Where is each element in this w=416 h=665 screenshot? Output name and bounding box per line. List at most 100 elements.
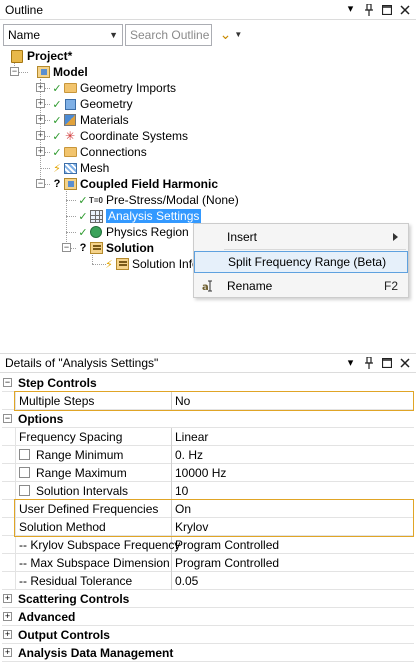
property-value-cell[interactable]: 10000 Hz — [172, 464, 414, 482]
maximize-icon[interactable] — [380, 357, 393, 370]
property-name-cell: Range Minimum — [15, 445, 172, 464]
tree-item-geometry[interactable]: ✓ Geometry — [52, 96, 133, 112]
details-group-row[interactable]: − Step Controls — [2, 374, 414, 392]
close-icon[interactable] — [398, 3, 411, 16]
details-group-row[interactable]: + Analysis Data Management — [2, 644, 414, 662]
expand-geometry-icon[interactable]: + — [36, 99, 45, 108]
property-label: -- Krylov Subspace Frequency — [19, 537, 181, 552]
pin-icon[interactable] — [362, 3, 375, 16]
tree-item-prestress[interactable]: ✓ T=0 Pre-Stress/Modal (None) — [78, 192, 238, 208]
menu-label-rename: Rename — [227, 279, 273, 293]
property-value-cell[interactable]: Program Controlled — [172, 536, 414, 554]
tree-item-model[interactable]: Model — [36, 64, 88, 80]
property-value-cell[interactable]: 0. Hz — [172, 446, 414, 464]
property-value: Program Controlled — [175, 537, 280, 552]
property-name-cell: Solution Intervals — [15, 481, 172, 500]
maximize-icon[interactable] — [380, 3, 393, 16]
details-group-row[interactable]: + Output Controls — [2, 626, 414, 644]
tree-label-physics-region: Physics Region — [106, 225, 189, 239]
tree-item-analysis-settings[interactable]: ✓ Analysis Settings — [78, 208, 202, 224]
solution-information-icon — [115, 257, 129, 271]
tree-item-solution[interactable]: ? Solution — [78, 240, 154, 256]
parameter-checkbox[interactable] — [19, 485, 30, 496]
dropdown-icon[interactable]: ▾ — [344, 3, 357, 16]
expand-connections-icon[interactable]: + — [36, 147, 45, 156]
expand-group-icon[interactable]: + — [3, 630, 12, 639]
parameter-checkbox[interactable] — [19, 449, 30, 460]
check-icon: ✓ — [52, 146, 62, 159]
outline-toolbar: Name ▼ Search Outline ⌄ ▼ — [0, 21, 416, 48]
tree-item-materials[interactable]: ✓ Materials — [52, 112, 129, 128]
dropdown-icon[interactable]: ▾ — [344, 357, 357, 370]
property-label: User Defined Frequencies — [19, 501, 159, 516]
details-property-row[interactable]: -- Residual Tolerance 0.05 — [2, 571, 414, 590]
tree-label-materials: Materials — [80, 113, 129, 127]
question-icon: ? — [53, 178, 61, 190]
tree-label-geometry-imports: Geometry Imports — [80, 81, 177, 95]
tree-item-coordinate-systems[interactable]: ✓ ✳ Coordinate Systems — [52, 128, 188, 144]
collapse-group-icon[interactable]: − — [3, 414, 12, 423]
property-value-cell[interactable]: On — [172, 500, 414, 518]
pin-icon[interactable] — [362, 357, 375, 370]
details-property-row[interactable]: -- Krylov Subspace Frequency Program Cont… — [2, 535, 414, 554]
property-value: No — [175, 393, 191, 408]
details-group-row[interactable]: + Scattering Controls — [2, 590, 414, 608]
property-name-cell: Multiple Steps — [15, 391, 172, 410]
property-label: Solution Method — [19, 519, 106, 534]
collapse-analysis-icon[interactable]: − — [36, 179, 45, 188]
tree-label-geometry: Geometry — [80, 97, 133, 111]
geometry-cube-icon — [63, 97, 77, 111]
expand-materials-icon[interactable]: + — [36, 115, 45, 124]
details-property-row[interactable]: Range Maximum 10000 Hz — [2, 463, 414, 482]
menu-item-split-frequency-range[interactable]: Split Frequency Range (Beta) — [194, 251, 408, 273]
details-group-row[interactable]: − Options — [2, 410, 414, 428]
menu-label-insert: Insert — [227, 230, 258, 244]
details-group-row[interactable]: + Advanced — [2, 608, 414, 626]
expand-group-icon[interactable]: + — [3, 612, 12, 621]
expand-group-icon[interactable]: + — [3, 594, 12, 603]
menu-label-split: Split Frequency Range (Beta) — [228, 255, 387, 269]
name-select[interactable]: Name ▼ — [3, 23, 123, 46]
menu-item-insert[interactable]: Insert — [194, 226, 408, 248]
search-options-button[interactable]: ⌄ ▼ — [214, 24, 248, 46]
expand-geometry-imports-icon[interactable]: + — [36, 83, 45, 92]
expand-group-icon[interactable]: + — [3, 648, 12, 657]
expand-coordinate-systems-icon[interactable]: + — [36, 131, 45, 140]
property-value-cell[interactable]: Krylov — [172, 518, 414, 536]
tree-label-solution: Solution — [106, 241, 154, 255]
parameter-checkbox[interactable] — [19, 467, 30, 478]
search-outline-input[interactable]: Search Outline — [125, 23, 212, 46]
collapse-model-icon[interactable]: − — [10, 67, 19, 76]
details-property-row[interactable]: Frequency Spacing Linear — [2, 427, 414, 446]
property-name-cell: Range Maximum — [15, 463, 172, 482]
property-value-cell[interactable]: Program Controlled — [172, 554, 414, 572]
property-value-cell[interactable]: No — [172, 392, 414, 410]
check-icon: ✓ — [52, 82, 62, 95]
property-value-cell[interactable]: 10 — [172, 482, 414, 500]
tree-item-physics-region[interactable]: ✓ Physics Region — [78, 224, 189, 240]
details-property-row[interactable]: Multiple Steps No — [2, 391, 414, 410]
menu-item-rename[interactable]: a Rename F2 — [194, 275, 408, 297]
time-zero-icon: T=0 — [89, 195, 104, 205]
collapse-solution-icon[interactable]: − — [62, 243, 71, 252]
tree-label-coordinate-systems: Coordinate Systems — [80, 129, 189, 143]
details-property-row[interactable]: User Defined Frequencies On — [2, 499, 414, 518]
materials-icon — [63, 113, 77, 127]
close-icon[interactable] — [398, 357, 411, 370]
property-value-cell[interactable]: 0.05 — [172, 572, 414, 590]
menu-shortcut-rename: F2 — [383, 279, 398, 293]
details-property-row[interactable]: Solution Intervals 10 — [2, 481, 414, 500]
tree-item-connections[interactable]: ✓ Connections — [52, 144, 146, 160]
project-icon — [10, 49, 24, 63]
details-property-row[interactable]: -- Max Subspace Dimension Program Control… — [2, 553, 414, 572]
details-property-row[interactable]: Range Minimum 0. Hz — [2, 445, 414, 464]
collapse-group-icon[interactable]: − — [3, 378, 12, 387]
property-value-cell[interactable]: Linear — [172, 428, 414, 446]
tree-item-project[interactable]: Project* — [10, 48, 72, 64]
tree-item-solution-information[interactable]: ⚡ Solution Infor — [104, 256, 203, 272]
tree-item-coupled-field-harmonic[interactable]: ? Coupled Field Harmonic — [52, 176, 218, 192]
details-property-row[interactable]: Solution Method Krylov — [2, 517, 414, 536]
tree-item-mesh[interactable]: ⚡ Mesh — [52, 160, 109, 176]
details-group-label: Output Controls — [18, 627, 110, 642]
tree-item-geometry-imports[interactable]: ✓ Geometry Imports — [52, 80, 176, 96]
